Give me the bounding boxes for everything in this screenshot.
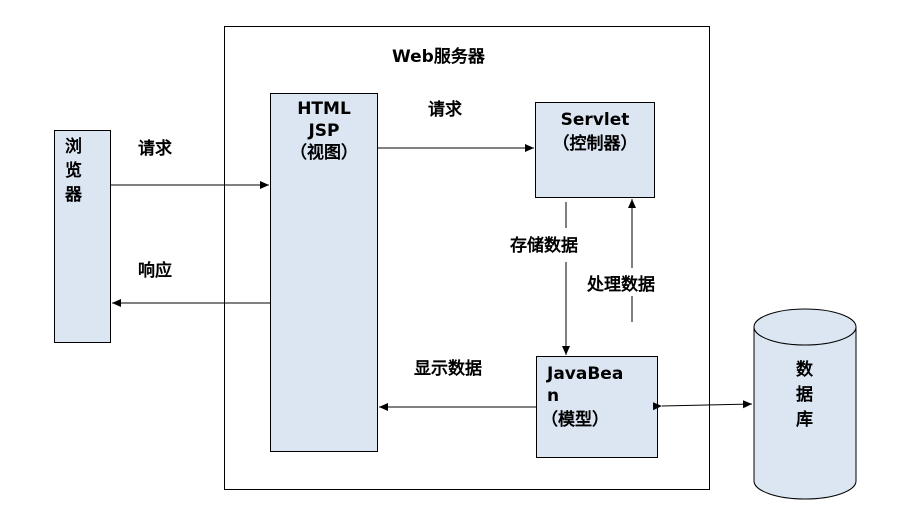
display-data-label: 显示数据 (414, 359, 482, 379)
database-label: 数据库 (796, 360, 813, 430)
model-database-arrow (652, 400, 753, 411)
connector-layer (111, 144, 857, 500)
store-data-label: 存储数据 (510, 236, 578, 256)
view-request-label: 请求 (428, 100, 462, 120)
browser-request-label: 请求 (138, 139, 172, 159)
process-data-label: 处理数据 (587, 275, 655, 295)
browser-response-label: 响应 (138, 261, 172, 281)
